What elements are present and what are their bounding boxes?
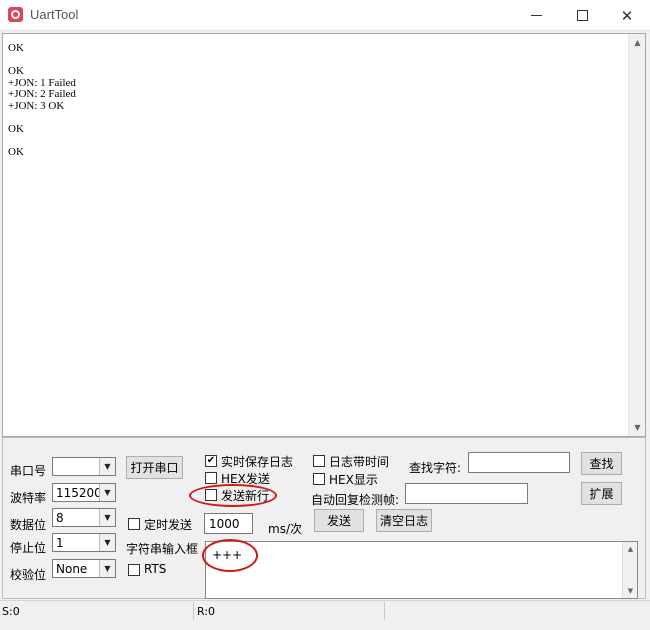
baud-value: 115200 <box>56 486 102 500</box>
search-label: 查找字符: <box>409 461 462 475</box>
stopbits-value: 1 <box>56 536 64 550</box>
stopbits-select[interactable]: 1 ▼ <box>52 533 116 552</box>
window-title: UartTool <box>30 7 79 22</box>
chevron-down-icon[interactable]: ▼ <box>99 458 115 475</box>
timed-send-checkbox[interactable] <box>128 518 140 530</box>
receive-log-scrollbar[interactable]: ▲ ▼ <box>628 34 645 436</box>
minimize-icon <box>530 15 542 16</box>
close-button[interactable]: ✕ <box>604 0 650 31</box>
parity-value: None <box>56 562 88 576</box>
port-label: 串口号 <box>10 464 47 478</box>
rts-checkbox[interactable] <box>128 564 140 576</box>
scroll-down-icon[interactable]: ▼ <box>629 419 646 436</box>
scroll-up-icon[interactable]: ▲ <box>623 542 638 556</box>
databits-label: 数据位 <box>10 518 47 532</box>
chevron-down-icon[interactable]: ▼ <box>99 484 115 501</box>
hex-send-checkbox[interactable] <box>205 472 217 484</box>
clear-log-button[interactable]: 清空日志 <box>376 509 432 532</box>
timed-send-label: 定时发送 <box>144 518 193 532</box>
string-input-label: 字符串输入框 <box>126 542 199 556</box>
stopbits-label: 停止位 <box>10 541 47 555</box>
receive-log-area[interactable]: OK OK +JON: 1 Failed +JON: 2 Failed +JON… <box>2 33 646 437</box>
log-timestamp-label: 日志带时间 <box>329 455 390 469</box>
receive-log-text: OK OK +JON: 1 Failed +JON: 2 Failed +JON… <box>8 42 76 158</box>
received-count: R:0 <box>195 602 385 620</box>
check-icon: ✔ <box>206 455 216 466</box>
app-logo-icon <box>8 7 23 22</box>
parity-label: 校验位 <box>10 568 47 582</box>
log-timestamp-checkbox[interactable] <box>313 455 325 467</box>
title-bar: UartTool ✕ <box>0 0 650 31</box>
sent-count: S:0 <box>0 602 194 620</box>
realtime-log-checkbox[interactable]: ✔ <box>205 455 217 467</box>
hex-display-label: HEX显示 <box>329 473 378 487</box>
auto-reply-input[interactable] <box>405 483 528 504</box>
maximize-button[interactable] <box>559 0 605 31</box>
parity-select[interactable]: None ▼ <box>52 559 116 578</box>
minimize-button[interactable] <box>513 0 559 31</box>
chevron-down-icon[interactable]: ▼ <box>99 534 115 551</box>
control-panel: 串口号 ▼ 波特率 115200 ▼ 数据位 8 ▼ 停止位 1 ▼ 校验位 N… <box>2 437 646 599</box>
find-button[interactable]: 查找 <box>581 452 622 475</box>
annotation-circle-input <box>202 539 258 572</box>
realtime-log-label: 实时保存日志 <box>221 455 294 469</box>
scroll-down-icon[interactable]: ▼ <box>623 584 638 598</box>
rts-label: RTS <box>144 562 167 576</box>
string-input-box[interactable]: +++ ▲ ▼ <box>205 541 638 599</box>
chevron-down-icon[interactable]: ▼ <box>99 560 115 577</box>
port-select[interactable]: ▼ <box>52 457 116 476</box>
open-port-button[interactable]: 打开串口 <box>126 456 183 479</box>
input-scrollbar[interactable]: ▲ ▼ <box>622 542 637 598</box>
hex-display-checkbox[interactable] <box>313 473 325 485</box>
annotation-circle-newline <box>189 484 277 507</box>
databits-value: 8 <box>56 511 64 525</box>
close-icon: ✕ <box>620 6 634 25</box>
baud-select[interactable]: 115200 ▼ <box>52 483 116 502</box>
status-bar: S:0 R:0 <box>0 600 650 630</box>
databits-select[interactable]: 8 ▼ <box>52 508 116 527</box>
search-input[interactable] <box>468 452 570 473</box>
auto-reply-label: 自动回复检测帧: <box>311 493 400 507</box>
timer-interval-value: 1000 <box>209 517 240 531</box>
maximize-icon <box>576 10 588 21</box>
timer-interval-input[interactable]: 1000 <box>204 513 253 534</box>
scroll-up-icon[interactable]: ▲ <box>629 34 646 51</box>
chevron-down-icon[interactable]: ▼ <box>99 509 115 526</box>
expand-button[interactable]: 扩展 <box>581 482 622 505</box>
timer-unit-label: ms/次 <box>268 522 302 536</box>
send-button[interactable]: 发送 <box>314 509 364 532</box>
baud-label: 波特率 <box>10 491 47 505</box>
